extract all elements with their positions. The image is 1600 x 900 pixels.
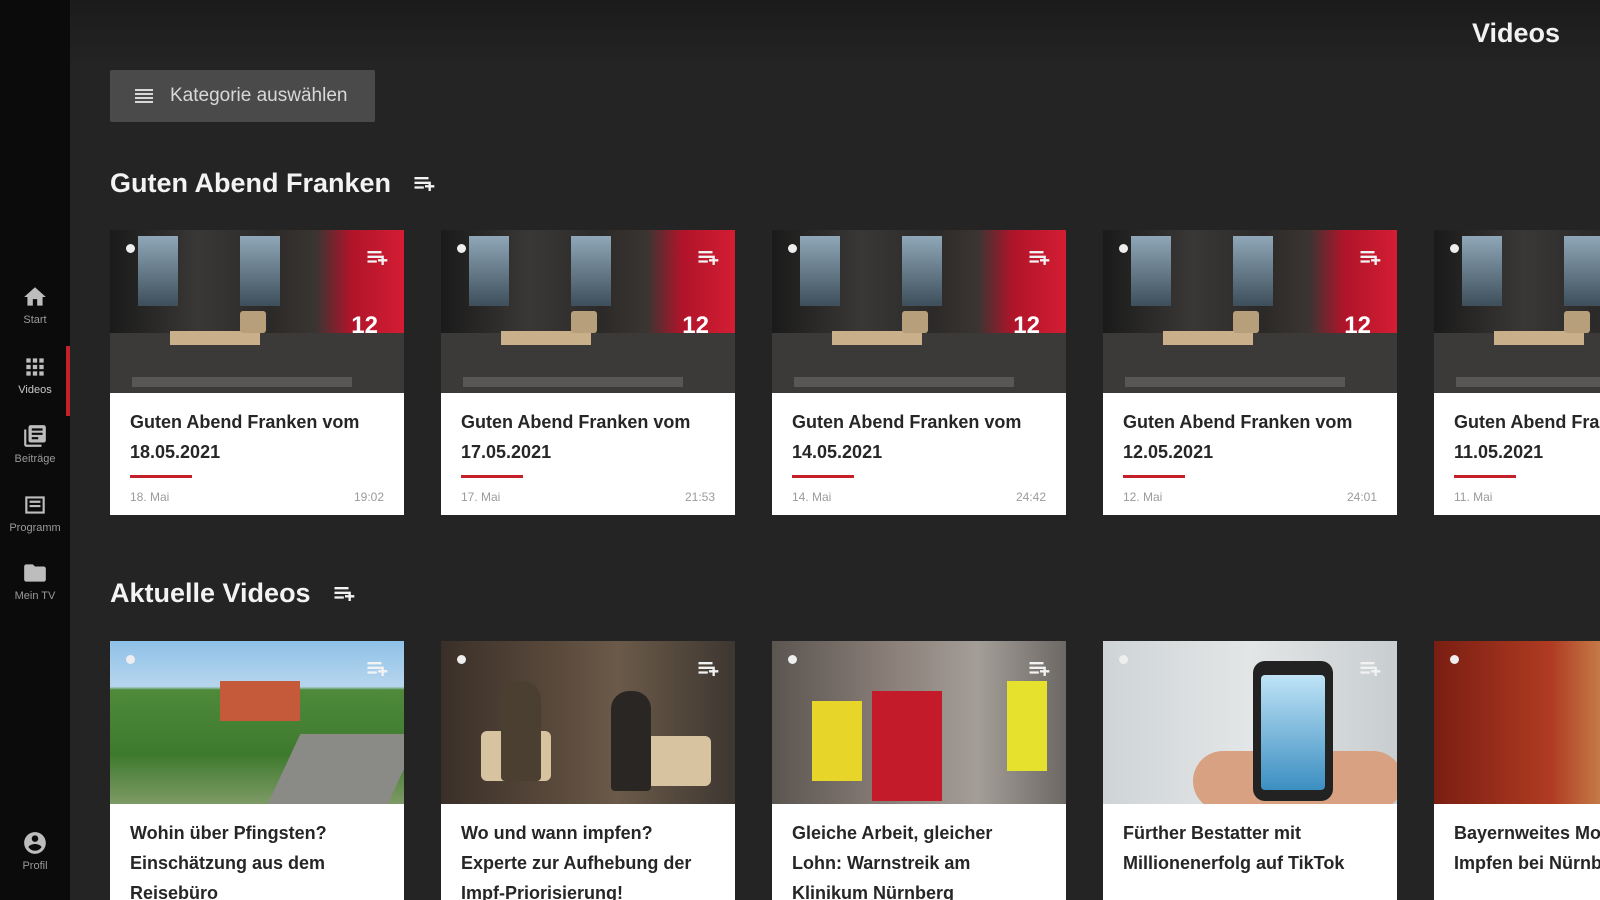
video-card[interactable]: Bayernweites Modellprojekt: Impfen bei N… (1434, 641, 1600, 900)
video-card[interactable]: Wohin über Pfingsten? Einschätzung aus d… (110, 641, 404, 900)
episode-badge: 12 (682, 312, 709, 339)
sidebar-item-label: Profil (22, 860, 48, 872)
home-icon (24, 287, 46, 306)
episode-badge: 12 (1013, 312, 1040, 339)
accent-divider (130, 475, 192, 478)
playlist-add-icon[interactable] (1026, 244, 1054, 272)
video-card[interactable]: 12 Guten Abend Franken vom 11.05.2021 11… (1434, 230, 1600, 515)
video-thumbnail (772, 641, 1066, 804)
playlist-add-icon[interactable] (364, 655, 392, 683)
live-dot-icon (1450, 655, 1459, 664)
sidebar-item-beitraege[interactable]: Beiträge (0, 413, 70, 475)
playlist-add-icon[interactable] (1026, 655, 1054, 683)
folder-icon (24, 564, 46, 582)
video-thumbnail: 12 (441, 230, 735, 393)
account-icon (24, 832, 46, 854)
accent-divider (461, 475, 523, 478)
video-title: Gleiche Arbeit, gleicher Lohn: Warnstrei… (792, 823, 993, 900)
playlist-add-icon[interactable] (411, 170, 439, 198)
playlist-add-icon[interactable] (364, 244, 392, 272)
live-dot-icon (457, 244, 466, 253)
video-title: Fürther Bestatter mit Millionenerfolg au… (1123, 823, 1345, 873)
list-box-icon (25, 496, 45, 514)
video-row-guten-abend: 12 Guten Abend Franken vom 18.05.2021 18… (110, 230, 1600, 530)
video-thumbnail (1434, 641, 1600, 804)
video-date: 11. Mai (1454, 490, 1493, 504)
active-indicator (66, 346, 70, 416)
live-dot-icon (126, 655, 135, 664)
live-dot-icon (1450, 244, 1459, 253)
grid-icon (26, 358, 44, 376)
accent-divider (792, 475, 854, 478)
video-title: Wo und wann impfen? Experte zur Aufhebun… (461, 823, 692, 900)
video-thumbnail (110, 641, 404, 804)
video-thumbnail (1103, 641, 1397, 804)
library-icon (24, 425, 46, 447)
sidebar-item-label: Start (23, 314, 47, 326)
video-card[interactable]: 12 Guten Abend Franken vom 18.05.2021 18… (110, 230, 404, 515)
video-card[interactable]: Fürther Bestatter mit Millionenerfolg au… (1103, 641, 1397, 900)
page-title: Videos (1471, 18, 1560, 48)
playlist-add-icon[interactable] (1357, 655, 1385, 683)
video-row-aktuelle: Wohin über Pfingsten? Einschätzung aus d… (110, 641, 1600, 900)
playlist-add-icon[interactable] (695, 244, 723, 272)
sidebar-item-videos[interactable]: Videos (0, 344, 70, 406)
video-duration: 24:42 (1015, 490, 1046, 504)
sidebar: Start Videos Beiträge Programm Mein TV P… (0, 0, 70, 900)
video-date: 17. Mai (461, 490, 501, 504)
section-title-text: Aktuelle Videos (110, 578, 311, 608)
video-title: Wohin über Pfingsten? Einschätzung aus d… (130, 823, 327, 900)
video-title: Guten Abend Franken vom 18.05.2021 (130, 412, 360, 462)
video-title: Guten Abend Franken vom 14.05.2021 (792, 412, 1022, 462)
video-title: Bayernweites Modellprojekt: Impfen bei N… (1454, 823, 1600, 873)
sidebar-item-programm[interactable]: Programm (0, 482, 70, 544)
playlist-add-icon[interactable] (1357, 244, 1385, 272)
video-date: 18. Mai (130, 490, 170, 504)
video-date: 14. Mai (792, 490, 832, 504)
list-icon (135, 89, 153, 103)
section-title: Aktuelle Videos (110, 578, 359, 609)
video-thumbnail: 12 (1103, 230, 1397, 393)
video-duration: 24:01 (1346, 490, 1377, 504)
accent-divider (1454, 475, 1516, 478)
live-dot-icon (788, 655, 797, 664)
playlist-add-icon[interactable] (695, 655, 723, 683)
video-thumbnail: 12 (772, 230, 1066, 393)
video-title: Guten Abend Franken vom 17.05.2021 (461, 412, 691, 462)
category-select-label: Kategorie auswählen (170, 85, 348, 106)
video-card[interactable]: Wo und wann impfen? Experte zur Aufhebun… (441, 641, 735, 900)
sidebar-item-profil[interactable]: Profil (0, 820, 70, 882)
live-dot-icon (126, 244, 135, 253)
section-title-text: Guten Abend Franken (110, 168, 392, 198)
live-dot-icon (1119, 244, 1128, 253)
accent-divider (1123, 475, 1185, 478)
header: Videos (70, 0, 1600, 68)
sidebar-item-label: Videos (18, 384, 52, 396)
sidebar-item-label: Mein TV (14, 590, 56, 602)
category-select-button[interactable]: Kategorie auswählen (110, 70, 375, 122)
video-thumbnail: 12 (110, 230, 404, 393)
video-date: 12. Mai (1123, 490, 1163, 504)
episode-badge: 12 (351, 312, 378, 339)
video-thumbnail: 12 (1434, 230, 1600, 393)
video-duration: 19:02 (353, 490, 384, 504)
section-title: Guten Abend Franken (110, 168, 439, 199)
live-dot-icon (457, 655, 466, 664)
live-dot-icon (1119, 655, 1128, 664)
sidebar-item-start[interactable]: Start (0, 274, 70, 336)
sidebar-item-label: Beiträge (14, 453, 56, 465)
video-thumbnail (441, 641, 735, 804)
sidebar-item-label: Programm (9, 522, 61, 534)
video-title: Guten Abend Franken vom 12.05.2021 (1123, 412, 1353, 462)
playlist-add-icon[interactable] (331, 580, 359, 608)
episode-badge: 12 (1344, 312, 1371, 339)
video-card[interactable]: 12 Guten Abend Franken vom 12.05.2021 12… (1103, 230, 1397, 515)
video-card[interactable]: 12 Guten Abend Franken vom 17.05.2021 17… (441, 230, 735, 515)
video-title: Guten Abend Franken vom 11.05.2021 (1454, 412, 1600, 462)
video-card[interactable]: 12 Guten Abend Franken vom 14.05.2021 14… (772, 230, 1066, 515)
video-duration: 21:53 (684, 490, 715, 504)
video-card[interactable]: Gleiche Arbeit, gleicher Lohn: Warnstrei… (772, 641, 1066, 900)
live-dot-icon (788, 244, 797, 253)
sidebar-item-mein-tv[interactable]: Mein TV (0, 550, 70, 612)
